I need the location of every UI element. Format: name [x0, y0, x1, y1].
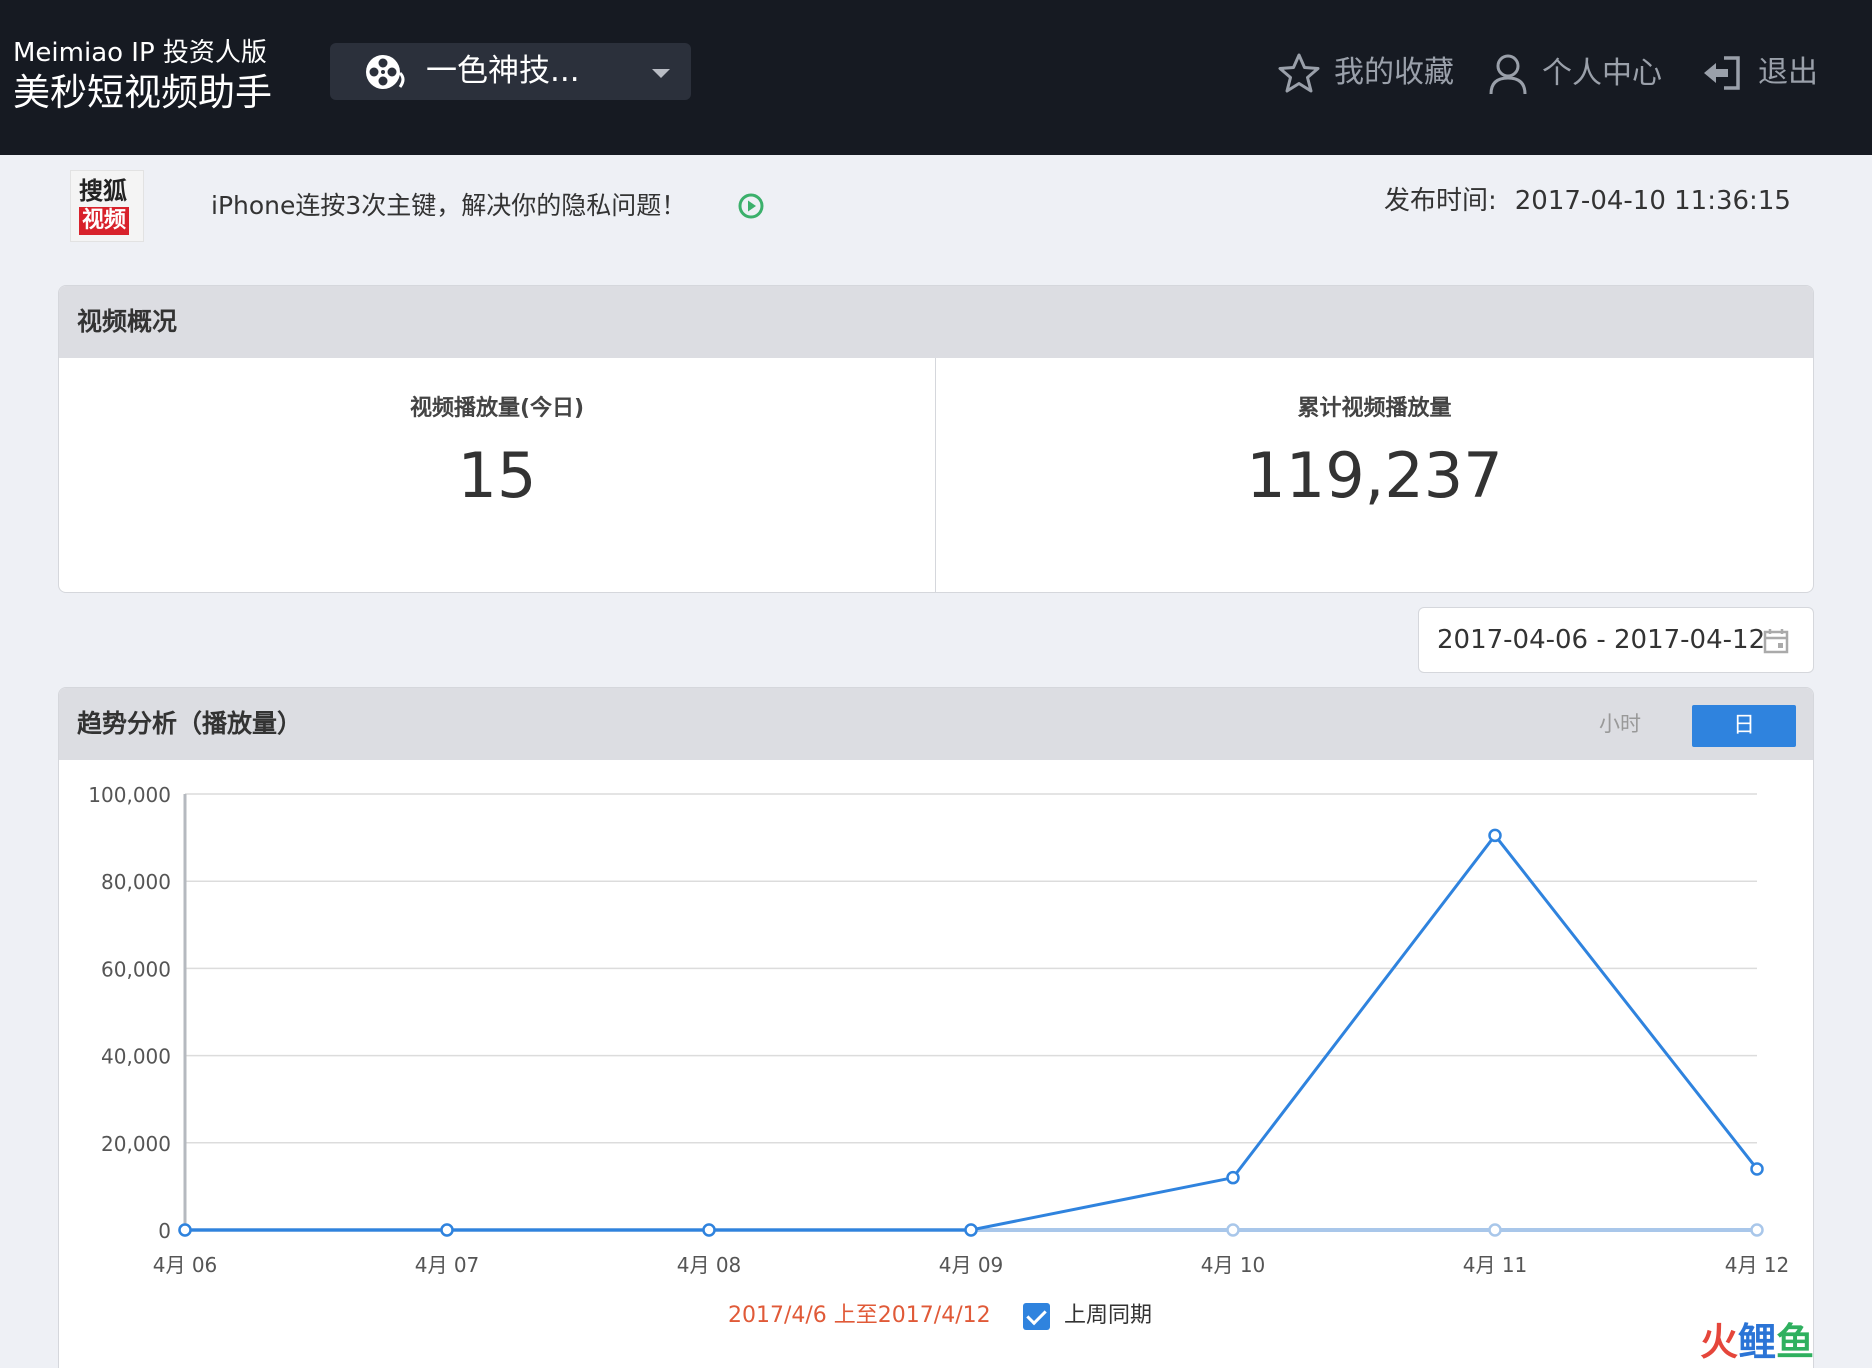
data-point-current	[964, 1223, 978, 1237]
y-tick-label: 60,000	[101, 957, 171, 981]
y-tick-label: 80,000	[101, 870, 171, 894]
series-line-current	[185, 832, 1759, 1232]
data-point-current	[1750, 1162, 1764, 1176]
y-tick-label: 40,000	[101, 1045, 171, 1069]
watermark-char-2: 鲤	[1738, 1320, 1777, 1364]
trend-line-chart: 0 20,000 40,000 60,000 80,000 100,000 4月 06 4月 …	[88, 783, 1790, 1277]
x-tick-label: 4月 06	[153, 1253, 218, 1277]
data-point-previous	[1488, 1223, 1502, 1237]
data-point-current	[178, 1223, 192, 1237]
data-point-previous	[1226, 1223, 1240, 1237]
x-tick-label: 4月 07	[415, 1253, 480, 1277]
data-point-current	[440, 1223, 454, 1237]
watermark-char-1: 火	[1700, 1320, 1739, 1364]
y-tick-label: 20,000	[101, 1132, 171, 1156]
y-tick-label: 100,000	[88, 783, 171, 807]
x-tick-label: 4月 09	[939, 1253, 1004, 1277]
legend-previous-period[interactable]: 上周同期	[1023, 1301, 1152, 1331]
x-tick-label: 4月 11	[1463, 1253, 1528, 1277]
data-point-current	[1226, 1170, 1240, 1185]
data-point-current	[1488, 828, 1502, 843]
x-tick-label: 4月 12	[1725, 1253, 1790, 1277]
data-point-current	[702, 1223, 716, 1237]
legend-current-period[interactable]: 2017/4/6 上至2017/4/12	[728, 1301, 991, 1331]
y-tick-label: 0	[158, 1219, 171, 1243]
watermark-logo: 火鲤鱼	[1700, 1320, 1814, 1364]
legend-previous-label: 上周同期	[1064, 1303, 1153, 1328]
watermark-char-3: 鱼	[1776, 1320, 1815, 1364]
data-point-previous	[1750, 1223, 1764, 1237]
legend-checkbox[interactable]	[1023, 1302, 1050, 1330]
x-tick-label: 4月 08	[677, 1253, 742, 1277]
x-tick-label: 4月 10	[1201, 1253, 1266, 1277]
